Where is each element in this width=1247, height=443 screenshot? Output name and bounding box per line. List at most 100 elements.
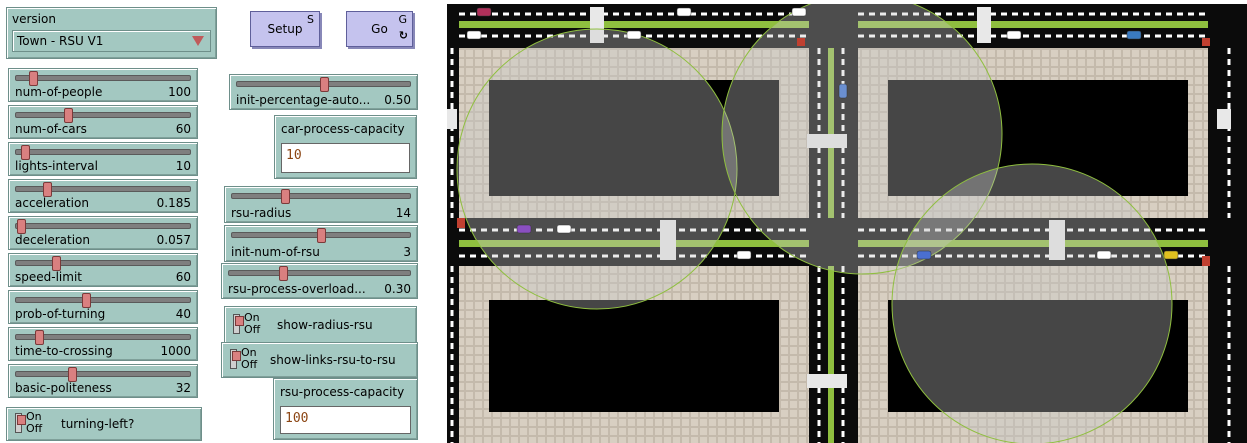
slider-value: 0.057 [156,233,191,247]
slider-init-percentage-auto[interactable]: init-percentage-auto... 0.50 [229,74,418,110]
slider-basic-politeness[interactable]: basic-politeness 32 [8,364,198,398]
rsu-radius-circle [891,163,1173,443]
slider-label: init-percentage-auto... [236,93,371,107]
slider-handle[interactable] [29,71,39,86]
slider-handle[interactable] [81,293,91,308]
slider-track[interactable] [231,189,411,204]
slider-label: rsu-radius [231,206,292,220]
switch-off-label: Off [244,323,261,336]
median [828,266,834,443]
slider-num-of-cars[interactable]: num-of-cars 60 [8,105,198,139]
switch-control[interactable]: On Off [13,410,43,437]
slider-time-to-crossing[interactable]: time-to-crossing 1000 [8,327,198,361]
slider-value: 10 [175,159,191,173]
slider-track[interactable] [15,145,191,160]
rsu-process-capacity-field[interactable]: 100 [280,406,411,434]
slider-track[interactable] [236,77,411,92]
slider-track[interactable] [15,71,191,86]
slider-value: 60 [175,270,191,284]
version-value: Town - RSU V1 [17,34,104,48]
slider-track[interactable] [15,367,191,382]
show-links-rsu-to-rsu-switch[interactable]: On Off show-links-rsu-to-rsu [221,342,418,378]
slider-track[interactable] [231,228,411,243]
show-radius-rsu-switch[interactable]: On Off show-radius-rsu [224,306,417,344]
switch-off-label: Off [241,358,258,371]
slider-value: 0.185 [156,196,191,210]
slider-handle[interactable] [34,330,44,345]
slider-label: deceleration [15,233,90,247]
dropdown-arrow-icon [192,36,204,46]
slider-track[interactable] [15,293,191,308]
slider-value: 3 [403,245,411,259]
forever-icon: ↻ [398,29,408,42]
rsu-process-capacity-input[interactable]: rsu-process-capacity 100 [273,378,418,440]
slider-track[interactable] [228,266,411,281]
setup-button[interactable]: Setup S [250,11,320,47]
slider-handle[interactable] [43,182,53,197]
slider-value: 1000 [160,344,191,358]
go-label: Go [371,22,388,36]
slider-label: acceleration [15,196,89,210]
slider-value: 14 [395,206,411,220]
go-button[interactable]: Go G ↻ [346,11,413,47]
slider-handle[interactable] [279,266,289,281]
slider-track[interactable] [15,182,191,197]
slider-lights-interval[interactable]: lights-interval 10 [8,142,198,176]
car-process-capacity-label: car-process-capacity [281,122,405,136]
slider-label: speed-limit [15,270,82,284]
slider-track[interactable] [15,108,191,123]
slider-handle[interactable] [319,77,329,92]
switch-off-label: Off [26,422,43,435]
turning-left-label: turning-left? [61,417,135,431]
building-block [489,300,779,412]
slider-handle[interactable] [67,367,77,382]
version-select[interactable]: Town - RSU V1 [12,30,211,52]
slider-handle[interactable] [17,219,27,234]
turning-left-switch[interactable]: On Off turning-left? [6,407,202,441]
show-links-rsu-to-rsu-label: show-links-rsu-to-rsu [270,353,396,367]
version-chooser[interactable]: version Town - RSU V1 [6,7,217,59]
slider-handle[interactable] [52,256,62,271]
setup-key: S [307,13,314,26]
slider-rsu-process-overload[interactable]: rsu-process-overload... 0.30 [221,263,418,299]
car-process-capacity-input[interactable]: car-process-capacity 10 [274,115,417,179]
switch-control[interactable]: On Off [231,311,261,338]
slider-value: 100 [168,85,191,99]
slider-label: init-num-of-rsu [231,245,320,259]
slider-handle[interactable] [317,228,326,243]
slider-value: 0.50 [384,93,411,107]
slider-value: 40 [175,307,191,321]
slider-acceleration[interactable]: acceleration 0.185 [8,179,198,213]
rsu-radius-circle [456,28,738,310]
town-map [447,4,1247,443]
slider-value: 0.30 [384,282,411,296]
version-label: version [12,12,56,26]
slider-label: prob-of-turning [15,307,106,321]
slider-track[interactable] [15,256,191,271]
median [459,21,809,28]
switch-on-label: On [244,311,260,324]
switch-on-label: On [26,410,42,423]
slider-handle[interactable] [20,145,30,160]
slider-num-of-people[interactable]: num-of-people 100 [8,68,198,102]
slider-speed-limit[interactable]: speed-limit 60 [8,253,198,287]
slider-label: num-of-people [15,85,103,99]
slider-label: time-to-crossing [15,344,113,358]
slider-handle[interactable] [281,189,291,204]
slider-label: lights-interval [15,159,98,173]
slider-handle[interactable] [64,108,74,123]
slider-rsu-radius[interactable]: rsu-radius 14 [224,186,418,223]
switch-control[interactable]: On Off [228,346,258,373]
setup-label: Setup [267,22,303,36]
slider-label: basic-politeness [15,381,112,395]
slider-deceleration[interactable]: deceleration 0.057 [8,216,198,250]
slider-track[interactable] [15,330,191,345]
simulation-world-view[interactable] [447,4,1247,443]
show-radius-rsu-label: show-radius-rsu [277,318,373,332]
slider-prob-of-turning[interactable]: prob-of-turning 40 [8,290,198,324]
slider-init-num-of-rsu[interactable]: init-num-of-rsu 3 [224,225,418,262]
car-process-capacity-field[interactable]: 10 [281,143,410,173]
slider-value: 32 [175,381,191,395]
slider-track[interactable] [15,219,191,234]
switch-on-label: On [241,346,257,359]
